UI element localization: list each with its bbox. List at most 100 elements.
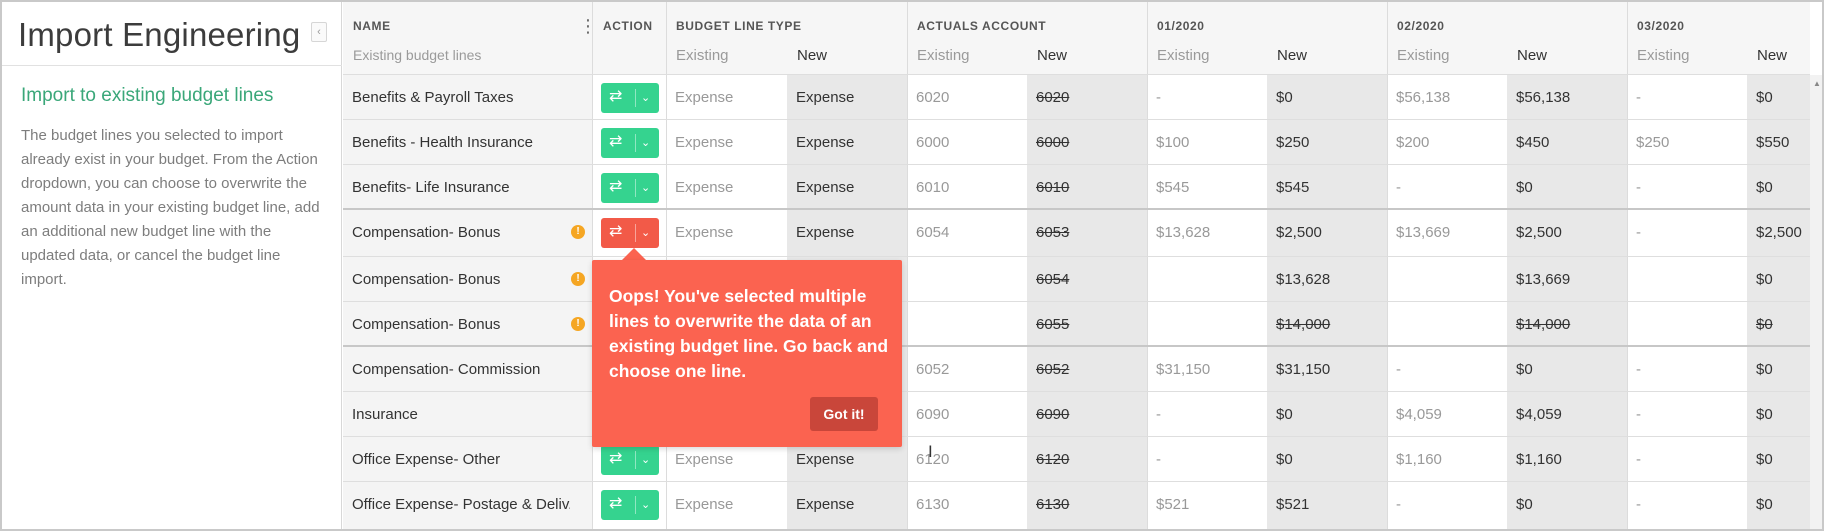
month-1-new-cell: $521	[1276, 496, 1310, 513]
action-dropdown[interactable]: ⇄ ⌄	[601, 173, 659, 203]
month-3-new-cell: $2,500	[1756, 224, 1802, 241]
chevron-down-icon: ⌄	[641, 227, 651, 239]
warning-icon: !	[571, 317, 585, 331]
row-divider	[343, 164, 1810, 165]
section-heading: Import to existing budget lines	[21, 85, 274, 106]
type-existing-cell: Expense	[675, 224, 734, 241]
row-name: Insurance	[352, 406, 418, 423]
header-month-3: 03/2020	[1637, 19, 1685, 33]
section-description: The budget lines you selected to import …	[21, 127, 320, 288]
month-3-existing-cell: -	[1636, 361, 1641, 378]
header-type-existing: Existing	[676, 47, 729, 64]
account-existing-cell: 6130	[916, 496, 950, 513]
row-name: Benefits- Life Insurance	[352, 179, 510, 196]
row-divider	[343, 391, 1810, 392]
month-2-new-cell: $0	[1516, 496, 1533, 513]
month-1-new-cell: $14,000	[1276, 316, 1331, 333]
tooltip-arrow	[622, 248, 646, 260]
month-1-new-cell: $0	[1276, 89, 1293, 106]
swap-icon: ⇄	[609, 133, 623, 150]
account-new-cell: 6090	[1036, 406, 1070, 423]
type-existing-cell: Expense	[675, 451, 734, 468]
header-m2-existing: Existing	[1397, 47, 1450, 64]
month-1-existing-cell: $545	[1156, 179, 1190, 196]
month-1-new-cell: $13,628	[1276, 271, 1331, 288]
chevron-down-icon: ⌄	[641, 92, 651, 104]
month-3-existing-cell: -	[1636, 89, 1641, 106]
scroll-up-icon[interactable]: ▲	[1813, 79, 1821, 88]
row-name: Office Expense- Other	[352, 451, 501, 468]
tooltip-message: Oops! You've selected multiple lines to …	[609, 286, 889, 381]
dropdown-separator	[635, 451, 636, 469]
vertical-scrollbar[interactable]: ▲	[1810, 75, 1822, 529]
month-1-existing-cell: $13,628	[1156, 224, 1211, 241]
month-2-new-cell: $0	[1516, 361, 1533, 378]
action-dropdown[interactable]: ⇄ ⌄	[601, 490, 659, 520]
row-divider	[343, 481, 1810, 482]
type-new-cell: Expense	[796, 89, 855, 106]
type-new-cell: Expense	[796, 134, 855, 151]
month-2-existing-cell: $4,059	[1396, 406, 1442, 423]
header-month-1: 01/2020	[1157, 19, 1205, 33]
swap-icon: ⇄	[609, 450, 623, 467]
header-name-sub: Existing budget lines	[353, 47, 482, 63]
month-3-new-cell: $0	[1756, 496, 1773, 513]
warning-icon: !	[571, 272, 585, 286]
month-1-new-cell: $545	[1276, 179, 1310, 196]
type-new-cell: Expense	[796, 224, 855, 241]
chevron-down-icon: ⌄	[641, 454, 651, 466]
month-2-existing-cell: -	[1396, 496, 1401, 513]
swap-icon: ⇄	[609, 88, 623, 105]
month-1-existing-cell: $31,150	[1156, 361, 1211, 378]
account-existing-cell: 6010	[916, 179, 950, 196]
app-window: Import Engineering ‹ Import to existing …	[0, 0, 1824, 531]
account-new-cell: 6054	[1036, 271, 1070, 288]
month-3-new-cell: $0	[1756, 451, 1773, 468]
column-divider	[1147, 2, 1148, 529]
month-1-existing-cell: -	[1156, 89, 1161, 106]
warning-icon: !	[571, 225, 585, 239]
month-3-new-cell: $0	[1756, 179, 1773, 196]
month-2-new-cell: $13,669	[1516, 271, 1571, 288]
month-1-new-cell: $0	[1276, 451, 1293, 468]
type-existing-cell: Expense	[675, 496, 734, 513]
sidebar: Import Engineering ‹ Import to existing …	[2, 2, 342, 529]
row-name: Compensation- Bonus	[352, 271, 501, 288]
row-divider	[343, 436, 1810, 437]
dropdown-separator	[635, 496, 636, 514]
month-3-existing-cell: -	[1636, 406, 1641, 423]
column-divider	[907, 2, 908, 529]
month-3-existing-cell: -	[1636, 451, 1641, 468]
row-divider	[343, 345, 1810, 347]
header-actuals-account: ACTUALS ACCOUNT	[917, 19, 1047, 33]
month-3-new-cell: $0	[1756, 316, 1773, 333]
month-2-new-cell: $1,160	[1516, 451, 1562, 468]
collapse-sidebar-button[interactable]: ‹	[311, 22, 327, 42]
swap-icon: ⇄	[609, 178, 623, 195]
action-dropdown[interactable]: ⇄ ⌄	[601, 445, 659, 475]
month-3-existing-cell: $250	[1636, 134, 1670, 151]
account-new-cell: 6000	[1036, 134, 1070, 151]
action-dropdown[interactable]: ⇄ ⌄	[601, 83, 659, 113]
account-existing-cell: 6054	[916, 224, 950, 241]
type-existing-cell: Expense	[675, 89, 734, 106]
month-1-new-cell: $0	[1276, 406, 1293, 423]
swap-icon: ⇄	[609, 223, 623, 240]
chevron-down-icon: ⌄	[641, 137, 651, 149]
month-2-new-cell: $450	[1516, 134, 1550, 151]
row-divider	[343, 208, 1810, 210]
month-2-new-cell: $56,138	[1516, 89, 1571, 106]
action-dropdown-error[interactable]: ⇄ ⌄	[601, 218, 659, 248]
row-name: Compensation- Bonus	[352, 316, 501, 333]
action-dropdown[interactable]: ⇄ ⌄	[601, 128, 659, 158]
row-name: Benefits - Health Insurance	[352, 134, 533, 151]
column-divider	[1627, 2, 1628, 529]
row-name: Compensation- Bonus	[352, 224, 501, 241]
month-3-new-cell: $550	[1756, 134, 1790, 151]
got-it-button[interactable]: Got it!	[810, 397, 878, 431]
chevron-down-icon: ⌄	[641, 499, 651, 511]
month-2-existing-cell: $56,138	[1396, 89, 1451, 106]
column-menu-icon[interactable]: ⋮	[579, 17, 597, 35]
month-1-existing-cell: $521	[1156, 496, 1190, 513]
dropdown-separator	[635, 89, 636, 107]
